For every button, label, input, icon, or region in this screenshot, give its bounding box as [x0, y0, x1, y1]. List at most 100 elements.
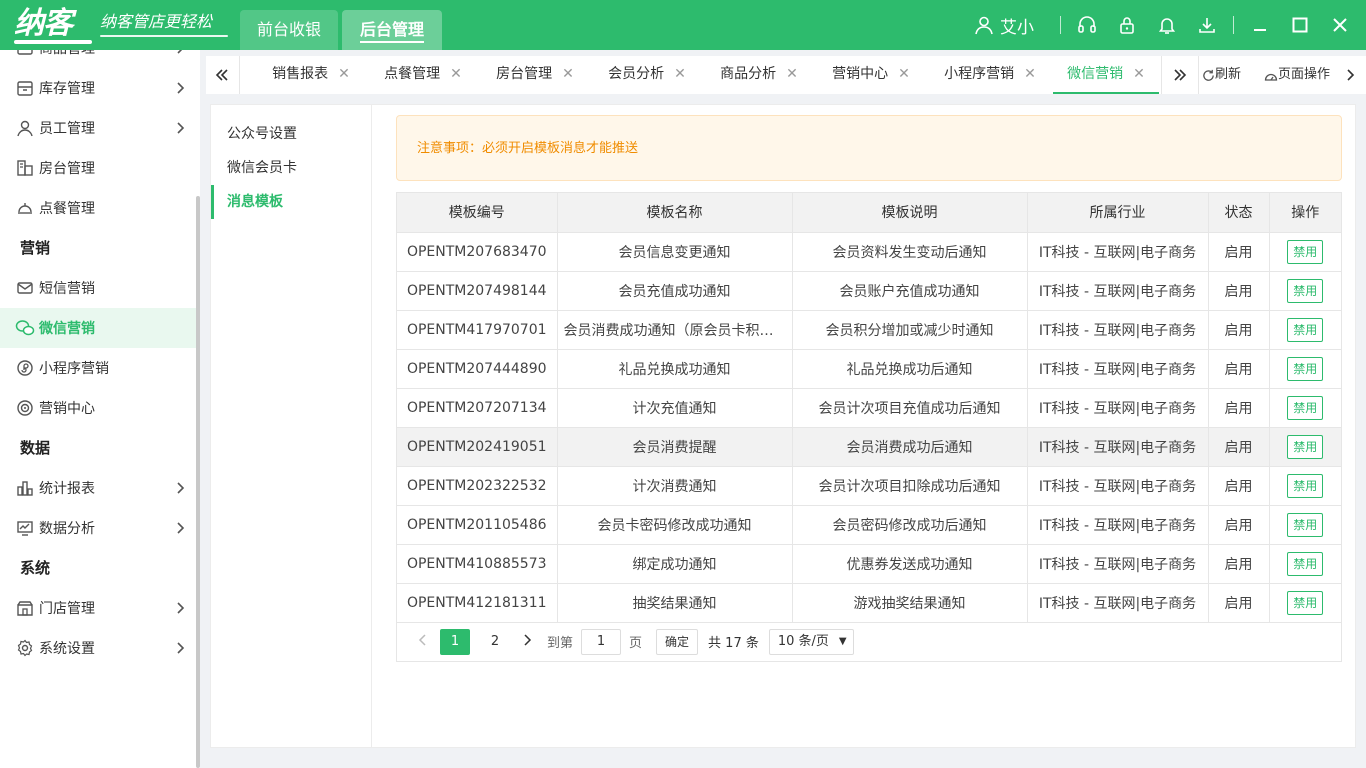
- subnav-member-card[interactable]: 微信会员卡: [211, 151, 371, 185]
- nav-back-management[interactable]: 后台管理: [342, 10, 442, 50]
- download-button[interactable]: [1187, 0, 1227, 50]
- header-divider-2: [1233, 16, 1234, 34]
- brand-logo: 纳客: [14, 6, 73, 41]
- page-size-select[interactable]: 10 条/页 ▼: [768, 628, 854, 655]
- tab-sales-report[interactable]: 销售报表 ✕: [260, 56, 362, 94]
- sidebar-item-miniprogram-marketing[interactable]: 小程序营销: [0, 348, 196, 388]
- tabs-more-right[interactable]: [1346, 56, 1356, 94]
- sidebar-item-room[interactable]: 房台管理: [0, 148, 196, 188]
- template-industry: IT科技 - 互联网|电子商务: [1027, 388, 1209, 428]
- disable-button[interactable]: 禁用: [1287, 395, 1324, 420]
- inventory-icon: [15, 78, 35, 98]
- table-row: OPENTM410885573 绑定成功通知 优惠券发送成功通知 IT科技 - …: [397, 544, 1341, 584]
- tab-label: 小程序营销: [944, 66, 1015, 82]
- chevron-right-icon: [524, 633, 532, 646]
- page-operations-button[interactable]: 页面操作: [1264, 56, 1330, 94]
- maximize-button[interactable]: [1280, 0, 1320, 50]
- tab-label: 会员分析: [608, 66, 665, 82]
- sidebar-item-store[interactable]: 门店管理: [0, 588, 196, 628]
- nav-front-cashier[interactable]: 前台收银: [240, 10, 338, 50]
- page-size-value: 10 条/页: [777, 633, 829, 649]
- action-cell: 禁用: [1269, 505, 1341, 545]
- prev-page-button[interactable]: [411, 633, 435, 650]
- sidebar-item-reports[interactable]: 统计报表: [0, 468, 196, 508]
- action-cell: 禁用: [1269, 466, 1341, 506]
- template-industry: IT科技 - 互联网|电子商务: [1027, 349, 1209, 389]
- chevron-right-icon: [1347, 69, 1355, 81]
- disable-button[interactable]: 禁用: [1287, 512, 1324, 537]
- active-nav-underline: [360, 41, 424, 43]
- wechat-icon: [15, 318, 35, 338]
- disable-button[interactable]: 禁用: [1287, 473, 1324, 498]
- tab-divider: [239, 56, 240, 94]
- gauge-icon: [1264, 73, 1278, 81]
- close-button[interactable]: [1320, 0, 1360, 50]
- sidebar-scrollbar[interactable]: [196, 196, 200, 768]
- tab-label: 微信营销: [1067, 66, 1124, 82]
- minimize-button[interactable]: [1240, 0, 1280, 50]
- close-icon[interactable]: ✕: [562, 66, 574, 82]
- column-header: 模板编号: [397, 193, 558, 233]
- page-number[interactable]: 2: [480, 629, 510, 655]
- tabs-scroll-right[interactable]: [1164, 56, 1196, 94]
- sidebar-item-settings[interactable]: 系统设置: [0, 628, 196, 668]
- tab-miniprogram[interactable]: 小程序营销 ✕: [932, 56, 1048, 94]
- logo-underline: [14, 40, 92, 44]
- template-desc: 会员资料发生变动后通知: [792, 232, 1028, 272]
- template-name: 计次充值通知: [557, 388, 793, 428]
- refresh-button[interactable]: 刷新: [1202, 56, 1241, 94]
- tab-member-analysis[interactable]: 会员分析 ✕: [596, 56, 698, 94]
- user-menu[interactable]: 艾小: [974, 13, 1054, 38]
- tab-marketing-center[interactable]: 营销中心 ✕: [820, 56, 922, 94]
- headset-icon: [1078, 16, 1096, 33]
- subnav-message-template[interactable]: 消息模板: [211, 185, 371, 219]
- disable-button[interactable]: 禁用: [1287, 278, 1324, 303]
- template-id: OPENTM202322532: [397, 466, 558, 506]
- table-row: OPENTM207498144 会员充值成功通知 会员账户充值成功通知 IT科技…: [397, 271, 1341, 311]
- disable-button[interactable]: 禁用: [1287, 317, 1324, 342]
- tab-room[interactable]: 房台管理 ✕: [484, 56, 586, 94]
- page-unit-label: 页: [629, 636, 643, 651]
- headset-button[interactable]: [1067, 0, 1107, 50]
- column-header: 状态: [1208, 193, 1270, 233]
- close-icon[interactable]: ✕: [1024, 66, 1036, 82]
- goto-confirm-button[interactable]: 确定: [656, 628, 699, 655]
- notification-button[interactable]: [1147, 0, 1187, 50]
- tab-wechat-marketing[interactable]: 微信营销 ✕: [1053, 56, 1159, 94]
- chevron-right-icon: [177, 522, 185, 534]
- sidebar-item-wechat-marketing[interactable]: 微信营销: [0, 308, 196, 348]
- wechat-subnav: 公众号设置 微信会员卡 消息模板: [211, 105, 372, 747]
- disable-button[interactable]: 禁用: [1287, 551, 1324, 576]
- close-icon[interactable]: ✕: [898, 66, 910, 82]
- close-icon[interactable]: ✕: [450, 66, 462, 82]
- close-icon[interactable]: ✕: [674, 66, 686, 82]
- sidebar-item-inventory[interactable]: 库存管理: [0, 68, 196, 108]
- disable-button[interactable]: 禁用: [1287, 356, 1324, 381]
- template-id: OPENTM201105486: [397, 505, 558, 545]
- template-industry: IT科技 - 互联网|电子商务: [1027, 583, 1209, 623]
- lock-button[interactable]: [1107, 0, 1147, 50]
- tab-label: 销售报表: [272, 66, 329, 82]
- subnav-official-account[interactable]: 公众号设置: [211, 117, 371, 151]
- page-number-current[interactable]: 1: [440, 628, 470, 655]
- close-icon[interactable]: ✕: [786, 66, 798, 82]
- sidebar-item-staff[interactable]: 员工管理: [0, 108, 196, 148]
- close-icon[interactable]: ✕: [338, 66, 350, 82]
- next-page-button[interactable]: [515, 633, 539, 650]
- template-status: 启用: [1208, 427, 1270, 467]
- disable-button[interactable]: 禁用: [1287, 239, 1324, 264]
- goto-page-input[interactable]: 1: [581, 628, 622, 655]
- tabs-scroll-left[interactable]: [206, 56, 238, 94]
- disable-button[interactable]: 禁用: [1287, 590, 1324, 615]
- sidebar-item-marketing-center[interactable]: 营销中心: [0, 388, 196, 428]
- close-icon[interactable]: ✕: [1133, 66, 1145, 82]
- tab-goods-analysis[interactable]: 商品分析 ✕: [708, 56, 810, 94]
- disable-button[interactable]: 禁用: [1287, 434, 1324, 459]
- sidebar-item-data-analysis[interactable]: 数据分析: [0, 508, 196, 548]
- sidebar: 商品管理 库存管理 员工管理 房台管理 点餐管理 营销 短信营销 微信营销 小程…: [0, 50, 200, 768]
- template-desc: 优惠券发送成功通知: [792, 544, 1028, 584]
- sidebar-item-goods[interactable]: 商品管理: [0, 50, 196, 68]
- sidebar-item-ordering[interactable]: 点餐管理: [0, 188, 196, 228]
- tab-ordering[interactable]: 点餐管理 ✕: [372, 56, 474, 94]
- sidebar-item-sms-marketing[interactable]: 短信营销: [0, 268, 196, 308]
